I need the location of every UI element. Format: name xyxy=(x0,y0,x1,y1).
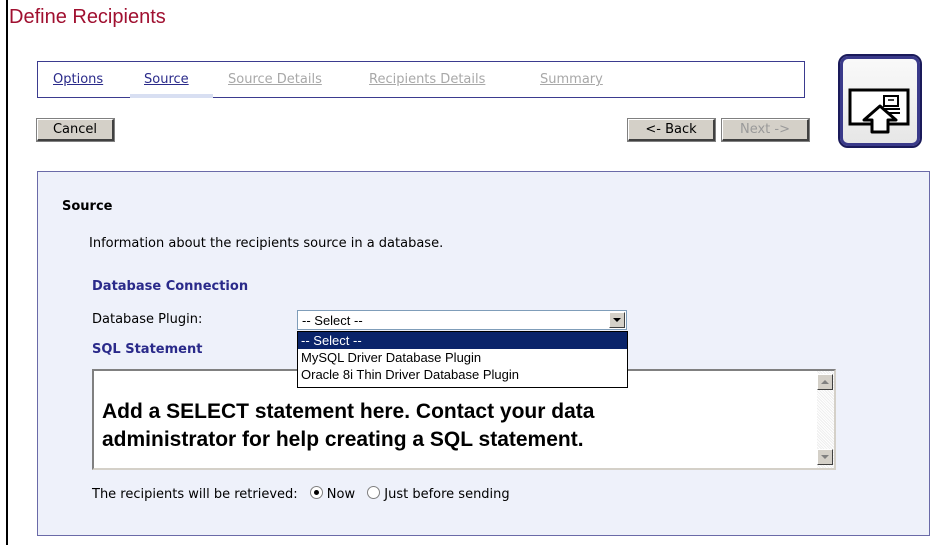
sql-placeholder: Add a SELECT statement here. Contact you… xyxy=(102,398,802,454)
radio-now[interactable] xyxy=(309,486,323,499)
textarea-scrollbar[interactable] xyxy=(817,371,834,468)
select-current-value: -- Select -- xyxy=(302,313,363,328)
wizard-steps-bar: Options Source Source Details Recipients… xyxy=(37,61,805,98)
dropdown-option[interactable]: MySQL Driver Database Plugin xyxy=(298,349,627,366)
next-button: Next -> xyxy=(721,118,810,142)
page-title: Define Recipients xyxy=(9,6,166,28)
retrieve-label: The recipients will be retrieved: xyxy=(92,487,298,502)
dropdown-option[interactable]: Oracle 8i Thin Driver Database Plugin xyxy=(298,366,627,383)
radio-just-before-sending[interactable] xyxy=(367,486,381,499)
current-step-indicator xyxy=(130,94,213,98)
section-description: Information about the recipients source … xyxy=(89,236,444,251)
database-plugin-select[interactable]: -- Select -- xyxy=(297,310,627,330)
export-document-icon xyxy=(838,54,922,148)
back-button[interactable]: <- Back xyxy=(627,118,716,142)
sql-placeholder-line-2: administrator for help creating a SQL st… xyxy=(102,428,584,451)
database-plugin-dropdown-list: -- Select -- MySQL Driver Database Plugi… xyxy=(297,331,628,388)
step-source-details: Source Details xyxy=(228,72,322,87)
sql-placeholder-line-1: Add a SELECT statement here. Contact you… xyxy=(102,400,595,423)
step-recipients-details: Recipients Details xyxy=(369,72,486,87)
dropdown-option[interactable]: -- Select -- xyxy=(298,332,627,349)
sql-statement-heading: SQL Statement xyxy=(92,342,203,357)
section-title: Source xyxy=(62,199,113,214)
radio-just-before-sending-label: Just before sending xyxy=(384,487,510,502)
step-summary: Summary xyxy=(540,72,603,87)
radio-now-label: Now xyxy=(326,487,356,502)
database-connection-heading: Database Connection xyxy=(92,279,249,294)
cancel-button[interactable]: Cancel xyxy=(36,118,115,142)
step-source[interactable]: Source xyxy=(144,72,189,87)
step-options[interactable]: Options xyxy=(53,72,103,87)
left-border-rule xyxy=(6,0,8,545)
database-plugin-label: Database Plugin: xyxy=(92,312,203,327)
scroll-down-icon[interactable] xyxy=(817,449,833,465)
chevron-down-icon[interactable] xyxy=(609,312,625,328)
scroll-up-icon[interactable] xyxy=(817,374,833,390)
retrieve-timing-row: The recipients will be retrieved: Now Ju… xyxy=(92,486,510,502)
